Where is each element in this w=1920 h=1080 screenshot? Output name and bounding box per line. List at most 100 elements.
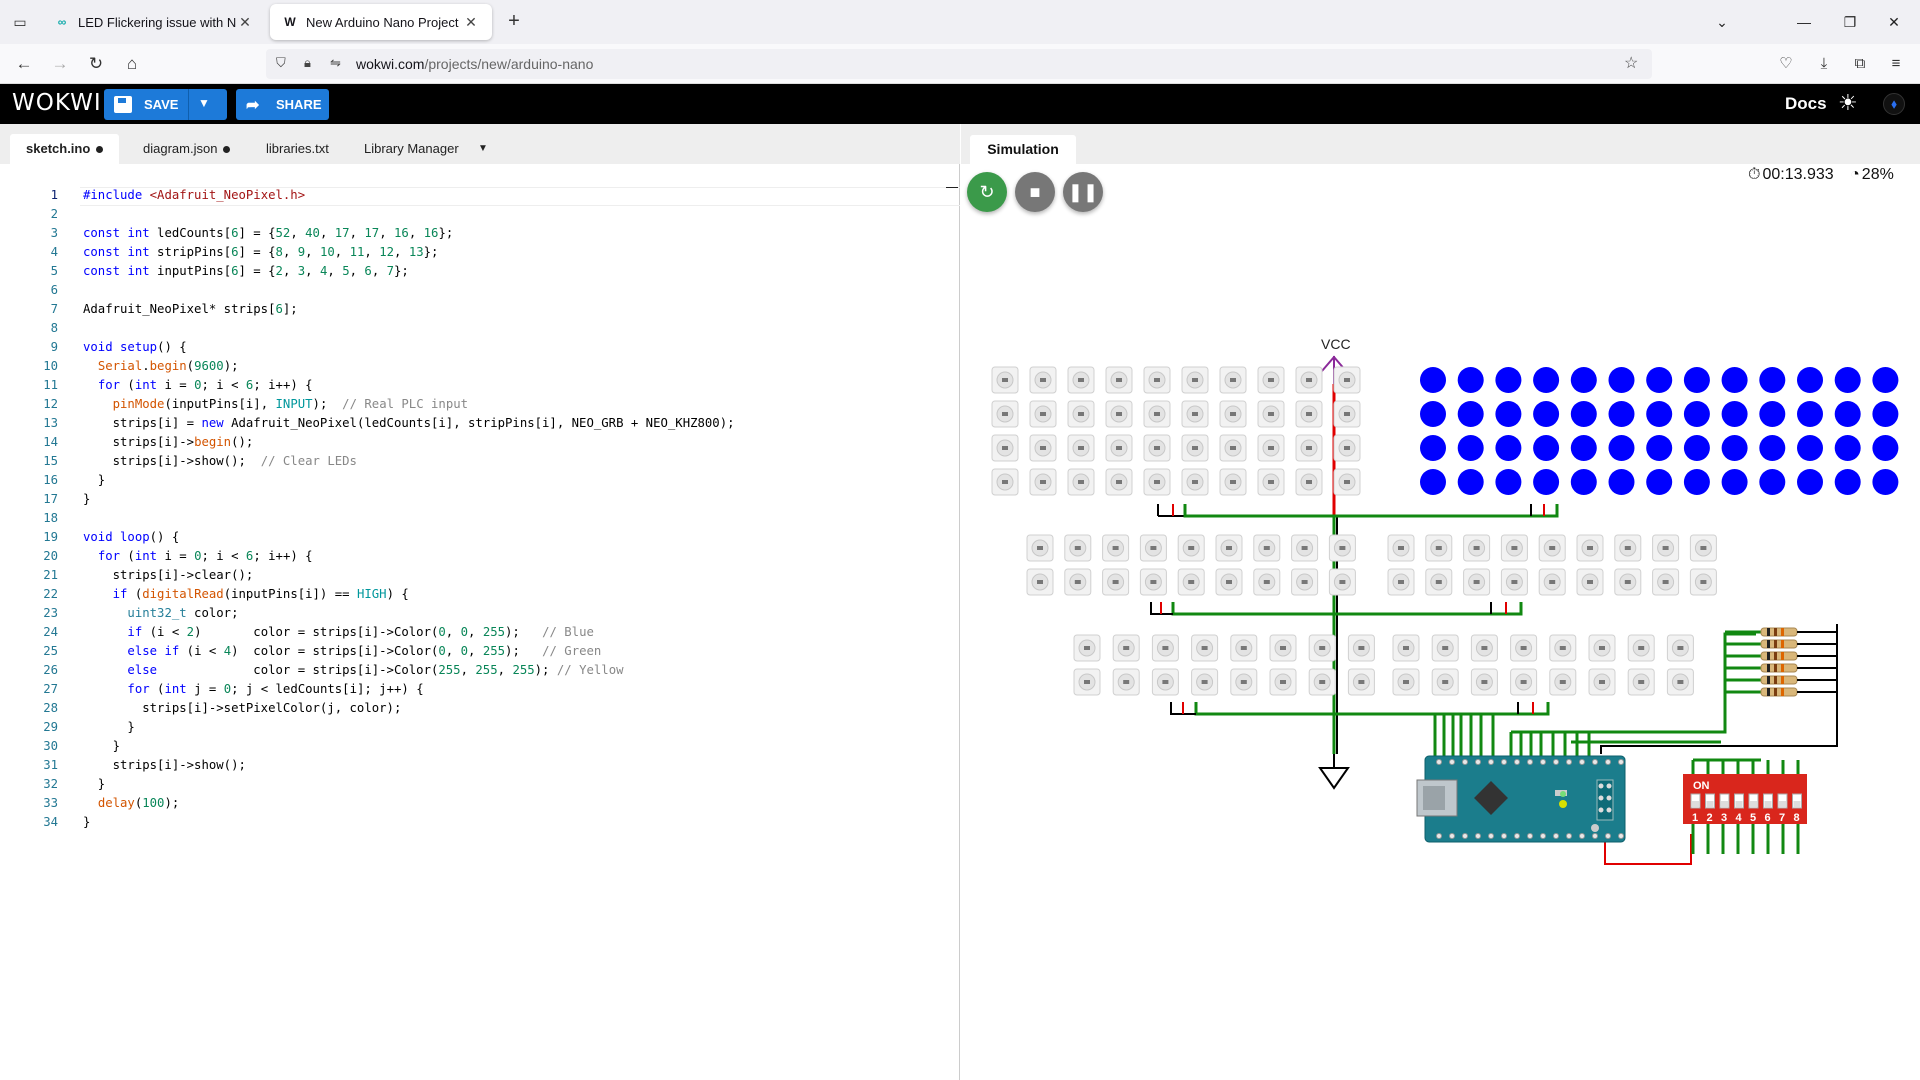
- neopixel-led-off[interactable]: [1139, 568, 1167, 596]
- circuit-canvas[interactable]: VCC ON 1 2 3 4 5 6 7 8: [961, 164, 1920, 1080]
- neopixel-led-off[interactable]: [1253, 534, 1281, 562]
- neopixel-led-off[interactable]: [1151, 668, 1179, 696]
- neopixel-led-off[interactable]: [1333, 400, 1361, 428]
- tab-list-icon[interactable]: ▭: [8, 10, 32, 34]
- neopixel-led-off[interactable]: [1510, 668, 1538, 696]
- neopixel-led-off[interactable]: [1576, 568, 1604, 596]
- neopixel-led-off[interactable]: [1181, 434, 1209, 462]
- pocket-icon[interactable]: ♡: [1774, 52, 1798, 76]
- tab-menu-caret-icon[interactable]: ▼: [478, 143, 488, 154]
- neopixel-led-off[interactable]: [1470, 634, 1498, 662]
- neopixel-led-off[interactable]: [1347, 634, 1375, 662]
- neopixel-led-off[interactable]: [1067, 434, 1095, 462]
- code-line[interactable]: 3 const int ledCounts[6] = {52, 40, 17, 1…: [0, 226, 960, 245]
- neopixel-led-off[interactable]: [1151, 634, 1179, 662]
- home-icon[interactable]: ⌂: [120, 52, 144, 76]
- neopixel-led-on[interactable]: [1570, 435, 1597, 461]
- code-line[interactable]: 22 if (digitalRead(inputPins[i]) == HIGH…: [0, 587, 960, 606]
- neopixel-led-off[interactable]: [1029, 400, 1057, 428]
- neopixel-led-off[interactable]: [1295, 434, 1323, 462]
- neopixel-led-off[interactable]: [1588, 634, 1616, 662]
- neopixel-led-on[interactable]: [1721, 469, 1748, 495]
- neopixel-led-on[interactable]: [1420, 469, 1446, 495]
- neopixel-led-off[interactable]: [1257, 366, 1285, 394]
- neopixel-led-off[interactable]: [1029, 434, 1057, 462]
- neopixel-led-off[interactable]: [1105, 434, 1133, 462]
- neopixel-led-off[interactable]: [1328, 534, 1356, 562]
- neopixel-led-off[interactable]: [1105, 400, 1133, 428]
- neopixel-led-off[interactable]: [1073, 668, 1101, 696]
- neopixel-led-off[interactable]: [1191, 668, 1219, 696]
- code-line[interactable]: 19 void loop() {: [0, 530, 960, 549]
- neopixel-led-off[interactable]: [1215, 534, 1243, 562]
- code-line[interactable]: 12 pinMode(inputPins[i], INPUT); // Real…: [0, 397, 960, 416]
- neopixel-led-on[interactable]: [1797, 435, 1823, 461]
- neopixel-led-off[interactable]: [1510, 634, 1538, 662]
- neopixel-led-on[interactable]: [1797, 367, 1823, 393]
- neopixel-led-off[interactable]: [1392, 668, 1420, 696]
- neopixel-led-on[interactable]: [1646, 469, 1673, 495]
- strip3-wire[interactable]: [1171, 602, 1334, 616]
- neopixel-led-off[interactable]: [1177, 534, 1205, 562]
- neopixel-led-off[interactable]: [1652, 568, 1680, 596]
- neopixel-led-off[interactable]: [1219, 400, 1247, 428]
- neopixel-led-off[interactable]: [1333, 366, 1361, 394]
- neopixel-led-on[interactable]: [1721, 401, 1748, 427]
- neopixel-led-off[interactable]: [1614, 534, 1642, 562]
- neopixel-led-on[interactable]: [1608, 401, 1635, 427]
- code-line[interactable]: 17}: [0, 492, 960, 511]
- neopixel-led-off[interactable]: [1295, 366, 1323, 394]
- neopixel-led-off[interactable]: [1102, 534, 1130, 562]
- neopixel-led-on[interactable]: [1872, 435, 1899, 461]
- code-line[interactable]: 24 if (i < 2) color = strips[i]->Color(0…: [0, 625, 960, 644]
- resistor[interactable]: [1760, 675, 1837, 685]
- neopixel-led-off[interactable]: [1253, 568, 1281, 596]
- neopixel-led-on[interactable]: [1420, 401, 1446, 427]
- neopixel-led-off[interactable]: [1549, 668, 1577, 696]
- tab-libraries-txt[interactable]: libraries.txt: [250, 134, 345, 164]
- neopixel-led-off[interactable]: [1291, 534, 1319, 562]
- neopixel-led-off[interactable]: [991, 366, 1019, 394]
- neopixel-led-off[interactable]: [1463, 568, 1491, 596]
- code-line[interactable]: 18: [0, 511, 960, 530]
- neopixel-led-on[interactable]: [1683, 367, 1710, 393]
- neopixel-led-off[interactable]: [1105, 366, 1133, 394]
- neopixel-led-on[interactable]: [1570, 469, 1597, 495]
- neopixel-led-on[interactable]: [1834, 435, 1861, 461]
- neopixel-led-on[interactable]: [1495, 469, 1522, 495]
- neopixel-led-off[interactable]: [1026, 534, 1054, 562]
- code-line[interactable]: 4 const int stripPins[6] = {8, 9, 10, 11,…: [0, 245, 960, 264]
- neopixel-led-off[interactable]: [1181, 366, 1209, 394]
- neopixel-led-off[interactable]: [991, 468, 1019, 496]
- neopixel-led-on[interactable]: [1495, 435, 1522, 461]
- menu-icon[interactable]: ≡: [1884, 52, 1908, 76]
- code-line[interactable]: 33 delay(100);: [0, 796, 960, 815]
- code-line[interactable]: 31 strips[i]->show();: [0, 758, 960, 777]
- neopixel-led-on[interactable]: [1420, 367, 1446, 393]
- close-window-button[interactable]: ✕: [1874, 8, 1914, 36]
- neopixel-led-off[interactable]: [1689, 534, 1717, 562]
- neopixel-led-off[interactable]: [1666, 668, 1694, 696]
- neopixel-led-off[interactable]: [1295, 468, 1323, 496]
- neopixel-led-off[interactable]: [1112, 668, 1140, 696]
- neopixel-led-off[interactable]: [1105, 468, 1133, 496]
- neopixel-led-off[interactable]: [1143, 366, 1171, 394]
- code-line[interactable]: 30 }: [0, 739, 960, 758]
- code-line[interactable]: 11 for (int i = 0; i < 6; i++) {: [0, 378, 960, 397]
- neopixel-led-on[interactable]: [1570, 367, 1597, 393]
- url-text[interactable]: wokwi.com/projects/new/arduino-nano: [356, 56, 593, 72]
- tab-library-manager[interactable]: Library Manager: [348, 134, 475, 164]
- neopixel-led-on[interactable]: [1834, 401, 1861, 427]
- neopixel-led-off[interactable]: [1463, 534, 1491, 562]
- neopixel-led-off[interactable]: [1191, 634, 1219, 662]
- neopixel-led-off[interactable]: [1308, 668, 1336, 696]
- neopixel-led-on[interactable]: [1872, 367, 1899, 393]
- neopixel-led-off[interactable]: [1143, 468, 1171, 496]
- code-line[interactable]: 27 for (int j = 0; j < ledCounts[i]; j++…: [0, 682, 960, 701]
- browser-tab-active[interactable]: W New Arduino Nano Project - W ✕: [270, 4, 492, 40]
- code-line[interactable]: 2: [0, 207, 960, 226]
- resistor[interactable]: [1760, 639, 1837, 649]
- code-line[interactable]: 26 else color = strips[i]->Color(255, 25…: [0, 663, 960, 682]
- neopixel-led-off[interactable]: [1614, 568, 1642, 596]
- neopixel-led-on[interactable]: [1683, 469, 1710, 495]
